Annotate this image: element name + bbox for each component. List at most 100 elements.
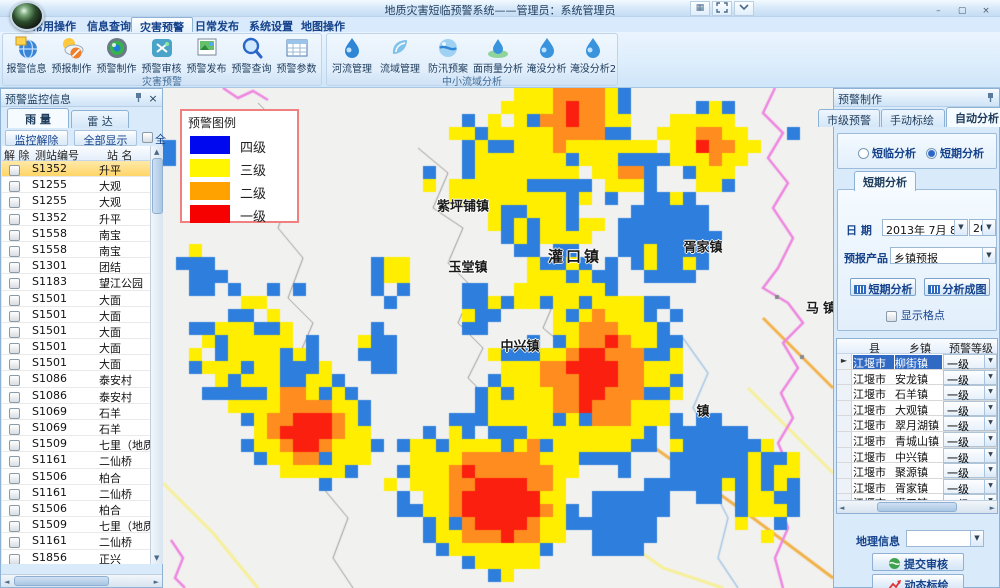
warning-params-button[interactable]: 预警参数 <box>274 36 319 76</box>
select-all-checkbox[interactable] <box>142 132 153 143</box>
table-row[interactable]: 江堰市 翠月湖镇 一级▼ <box>837 416 997 432</box>
menu-disaster-warning[interactable]: 灾害预警 <box>131 17 193 32</box>
level-dropdown[interactable]: 一级▼ <box>943 463 997 478</box>
table-row[interactable]: S1558 南宝 <box>2 242 150 258</box>
table-row[interactable]: S1161 二仙桥 <box>2 533 150 549</box>
row-checkbox[interactable] <box>9 327 20 338</box>
warning-publish-button[interactable]: 预警发布 <box>184 36 229 76</box>
row-checkbox[interactable] <box>9 505 20 516</box>
analysis-to-map-button[interactable]: 分析成图 <box>924 278 990 296</box>
warning-create-button[interactable]: 预警制作 <box>94 36 139 76</box>
geo-info-combobox[interactable]: ▼ <box>906 530 984 547</box>
level-dropdown[interactable]: 一级▼ <box>943 385 997 400</box>
table-row[interactable]: S1856 正兴 <box>2 550 150 565</box>
table-row[interactable]: S1506 柏合 <box>2 469 150 485</box>
table-row[interactable]: S1301 团结 <box>2 258 150 274</box>
tab-radar[interactable]: 雷 达 <box>71 110 129 128</box>
table-row[interactable]: 江堰市 大观镇 一级▼ <box>837 401 997 417</box>
submit-review-button[interactable]: 提交审核 <box>872 553 964 571</box>
row-checkbox[interactable] <box>9 246 20 257</box>
row-checkbox[interactable] <box>9 537 20 548</box>
menu-system-settings[interactable]: 系统设置 <box>241 17 301 32</box>
row-checkbox[interactable] <box>9 311 20 322</box>
table-row[interactable]: S1161 二仙桥 <box>2 485 150 501</box>
row-checkbox[interactable] <box>9 295 20 306</box>
row-checkbox[interactable] <box>9 359 20 370</box>
basin-manage-button[interactable]: 流域管理 <box>376 36 424 76</box>
row-checkbox[interactable] <box>9 181 20 192</box>
pin-icon[interactable] <box>984 92 996 104</box>
short-imminent-radio[interactable]: 短临分析 <box>858 145 926 161</box>
vertical-scrollbar[interactable]: ▲ ▼ <box>150 146 163 564</box>
inundation-button[interactable]: 淹没分析 <box>524 36 569 76</box>
table-row[interactable]: S1086 泰安村 <box>2 371 150 387</box>
subtab-short-term[interactable]: 短期分析 <box>854 171 916 191</box>
level-dropdown[interactable]: 一级▼ <box>943 370 997 385</box>
short-term-analyze-button[interactable]: 短期分析 <box>850 278 916 296</box>
pin-icon[interactable] <box>132 92 144 104</box>
tab-manual-draw[interactable]: 手动标绘 <box>881 109 945 127</box>
row-checkbox[interactable] <box>9 456 20 467</box>
table-row[interactable]: S1086 泰安村 <box>2 388 150 404</box>
release-monitor-button[interactable]: 监控解除 <box>5 130 68 146</box>
menu-daily-publish[interactable]: 日常发布 <box>187 17 247 32</box>
row-checkbox[interactable] <box>9 214 20 225</box>
horizontal-scrollbar[interactable]: ◄ ► <box>1 574 162 587</box>
tab-auto-analysis[interactable]: 自动分析 <box>946 107 1000 127</box>
row-checkbox[interactable] <box>9 521 20 532</box>
areal-rain-button[interactable]: 面雨量分析 <box>472 36 524 76</box>
table-row[interactable]: S1509 七里（地质灾 <box>2 517 150 533</box>
level-dropdown[interactable]: 一级▼ <box>943 354 997 369</box>
level-dropdown[interactable]: 一级▼ <box>943 416 997 431</box>
table-row[interactable]: 江堰市 聚源镇 一级▼ <box>837 463 997 479</box>
table-row[interactable]: S1069 石羊 <box>2 404 150 420</box>
tab-rain[interactable]: 雨 量 <box>7 108 69 128</box>
table-row[interactable]: S1501 大面 <box>2 339 150 355</box>
row-checkbox[interactable] <box>9 375 20 386</box>
row-checkbox[interactable] <box>9 424 20 435</box>
row-checkbox[interactable] <box>9 230 20 241</box>
table-row[interactable]: S1255 大观 <box>2 177 150 193</box>
row-checkbox[interactable] <box>9 343 20 354</box>
menu-map-ops[interactable]: 地图操作 <box>293 17 353 32</box>
table-row[interactable]: S1183 望江公园 <box>2 274 150 290</box>
hour-combobox[interactable]: 20▼ <box>969 219 996 236</box>
tab-city-warning[interactable]: 市级预警 <box>818 109 880 127</box>
inundation2-button[interactable]: 淹没分析2 <box>569 36 617 76</box>
app-orb-button[interactable] <box>10 1 44 31</box>
level-dropdown[interactable]: 一级▼ <box>943 448 997 463</box>
grid-view-icon[interactable]: ▦ <box>690 1 710 16</box>
menu-info-query[interactable]: 信息查询 <box>79 17 139 32</box>
row-checkbox[interactable] <box>9 440 20 451</box>
table-row[interactable]: S1069 石羊 <box>2 420 150 436</box>
table-row[interactable]: S1509 七里（地质灾 <box>2 436 150 452</box>
chevron-down-icon[interactable] <box>734 1 754 16</box>
row-checkbox[interactable] <box>9 278 20 289</box>
river-manage-button[interactable]: 河流管理 <box>328 36 376 76</box>
level-dropdown[interactable]: 一级▼ <box>943 401 997 416</box>
table-row[interactable]: 江堰市 石羊镇 一级▼ <box>837 385 997 401</box>
map-view[interactable]: 预警图例 四级 三级 二级 一级 紫坪铺镇 灌口镇 胥家镇 玉堂镇 中兴镇 镇 … <box>163 88 833 588</box>
flood-plan-button[interactable]: 防汛预案 <box>424 36 472 76</box>
show-grid-checkbox[interactable]: 显示格点 <box>886 307 945 323</box>
table-row[interactable]: ► 江堰市 柳街镇 一级▼ <box>837 354 997 370</box>
table-row[interactable]: S1501 大面 <box>2 323 150 339</box>
table-row[interactable]: S1161 二仙桥 <box>2 452 150 468</box>
forecast-create-button[interactable]: 预报制作 <box>49 36 94 76</box>
table-row[interactable]: S1501 大面 <box>2 291 150 307</box>
level-dropdown[interactable]: 一级▼ <box>943 432 997 447</box>
table-row[interactable]: 江堰市 安龙镇 一级▼ <box>837 370 997 386</box>
table-row[interactable]: S1352 升平 <box>2 210 150 226</box>
row-checkbox[interactable] <box>9 489 20 500</box>
row-checkbox[interactable] <box>9 408 20 419</box>
row-checkbox[interactable] <box>9 473 20 484</box>
row-checkbox[interactable] <box>9 165 20 176</box>
short-term-radio[interactable]: 短期分析 <box>926 145 994 161</box>
table-row[interactable]: S1501 大面 <box>2 307 150 323</box>
table-row[interactable]: S1255 大观 <box>2 193 150 209</box>
alarm-info-button[interactable]: 报警信息 <box>4 36 49 76</box>
dynamic-draw-button[interactable]: 动态标绘 <box>872 574 964 588</box>
warning-query-button[interactable]: 预警查询 <box>229 36 274 76</box>
table-row[interactable]: 江堰市 青城山镇 一级▼ <box>837 432 997 448</box>
town-table-hscrollbar[interactable]: ◄ ► <box>837 500 997 513</box>
